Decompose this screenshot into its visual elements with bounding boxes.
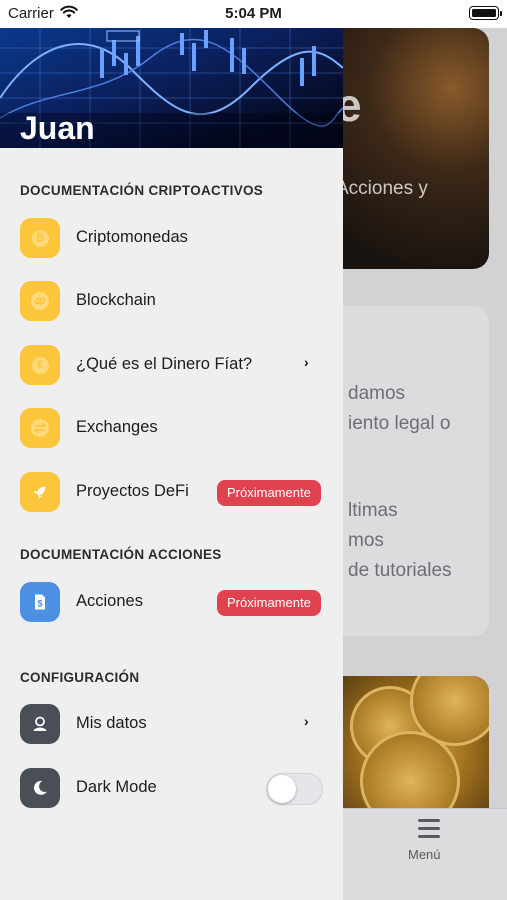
battery-icon (469, 6, 502, 20)
info-card-line: iento legal o (348, 413, 451, 434)
coming-soon-badge: Próximamente (217, 480, 321, 506)
info-card-line: de tutoriales (348, 560, 452, 581)
menu-item-label: Blockchain (76, 291, 156, 309)
menu-item-dinero-fiat[interactable]: € ¿Qué es el Dinero Fíat? › (0, 338, 343, 392)
menu-item-label: Proyectos DeFi (76, 482, 189, 500)
featured-card-subtitle: Acciones y (336, 178, 428, 199)
status-bar: Carrier 5:04 PM (0, 0, 507, 28)
clock: 5:04 PM (225, 5, 282, 22)
menu-item-criptomonedas[interactable]: ₿ Criptomonedas (0, 211, 343, 265)
tab-menu-label[interactable]: Menú (408, 847, 441, 862)
menu-item-label: Dark Mode (76, 778, 157, 796)
link-icon (20, 281, 60, 321)
side-drawer: Juan DOCUMENTACIÓN CRIPTOACTIVOS ₿ Cript… (0, 28, 343, 900)
menu-item-proyectos-defi[interactable]: Proyectos DeFi Próximamente (0, 465, 343, 519)
menu-item-acciones[interactable]: $ Acciones Próximamente (0, 575, 343, 629)
moon-icon (20, 768, 60, 808)
info-card-line: mos (348, 530, 384, 551)
bitcoin-icon: ₿ (20, 218, 60, 258)
section-title-settings: CONFIGURACIÓN (20, 670, 140, 685)
chevron-right-icon: › (304, 713, 309, 729)
user-icon (20, 704, 60, 744)
exchange-arrows-icon (20, 408, 60, 448)
menu-item-label: Criptomonedas (76, 228, 188, 246)
menu-item-label: Exchanges (76, 418, 158, 436)
section-title-stocks: DOCUMENTACIÓN ACCIONES (20, 547, 222, 562)
menu-item-dark-mode: Dark Mode (0, 761, 343, 815)
info-card-line: damos (348, 383, 406, 404)
section-title-crypto: DOCUMENTACIÓN CRIPTOACTIVOS (20, 183, 264, 198)
menu-item-label: Acciones (76, 592, 143, 610)
menu-icon[interactable] (418, 819, 440, 843)
toggle-knob (268, 775, 296, 803)
info-card-line: ltimas (348, 500, 398, 521)
coming-soon-badge: Próximamente (217, 590, 321, 616)
menu-item-label: Mis datos (76, 714, 147, 732)
menu-item-mis-datos[interactable]: Mis datos › (0, 697, 343, 751)
rocket-icon (20, 472, 60, 512)
menu-item-blockchain[interactable]: Blockchain (0, 274, 343, 328)
user-name: Juan (20, 110, 95, 146)
menu-item-exchanges[interactable]: Exchanges (0, 401, 343, 455)
euro-icon: € (20, 345, 60, 385)
svg-text:$: $ (37, 599, 42, 609)
dollar-document-icon: $ (20, 582, 60, 622)
dark-mode-toggle[interactable] (266, 773, 323, 805)
menu-item-label: ¿Qué es el Dinero Fíat? (76, 355, 253, 373)
drawer-header: Juan (0, 28, 343, 148)
chevron-right-icon: › (304, 354, 309, 370)
